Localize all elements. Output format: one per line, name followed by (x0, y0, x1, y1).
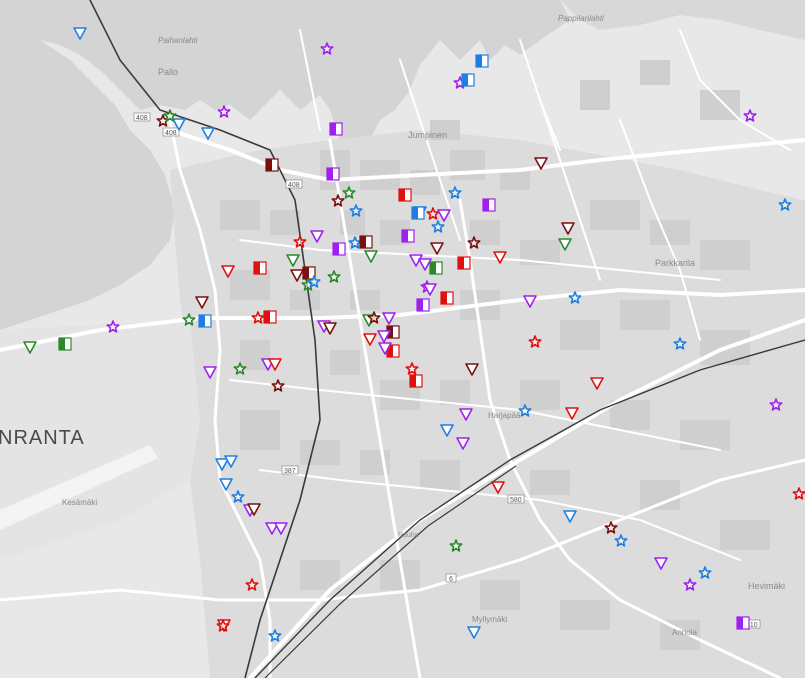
label-ranta: NRANTA (0, 427, 85, 449)
svg-text:580: 580 (510, 497, 522, 504)
label-paihanlahti: Paihanlahti (158, 36, 198, 45)
map-marker-square-red[interactable] (263, 310, 277, 324)
map-marker-square-purple[interactable] (736, 616, 750, 630)
road-shield: 408 (133, 112, 151, 122)
label-kesamaki: Kesämäki (62, 498, 97, 507)
map-marker-square-blue[interactable] (411, 206, 425, 220)
map-view[interactable]: Paihanlahti Pallo Pappilanlahti Jumpinen… (0, 0, 805, 678)
map-marker-square-red[interactable] (409, 374, 423, 388)
svg-text:6: 6 (449, 576, 453, 583)
map-marker-square-red[interactable] (398, 188, 412, 202)
svg-text:408: 408 (165, 130, 177, 137)
map-marker-square-blue[interactable] (475, 54, 489, 68)
map-marker-square-darkred[interactable] (359, 235, 373, 249)
label-annola: Annola (672, 628, 697, 637)
label-pappilanlahti: Pappilanlahti (558, 14, 604, 23)
map-marker-square-purple[interactable] (326, 167, 340, 181)
svg-text:408: 408 (288, 182, 300, 189)
map-marker-square-green[interactable] (429, 261, 443, 275)
road-shield: 408 (162, 127, 180, 137)
label-pallo: Pallo (158, 67, 178, 77)
label-myllymaki: Myllymäki (472, 615, 507, 624)
road-shield: 387 (281, 465, 299, 475)
road-shield: 408 (285, 179, 303, 189)
map-marker-square-blue[interactable] (198, 314, 212, 328)
map-marker-square-red[interactable] (440, 291, 454, 305)
map-marker-square-darkred[interactable] (265, 158, 279, 172)
label-harjapaa: Harjapää (488, 411, 521, 420)
map-marker-square-red[interactable] (253, 261, 267, 275)
map-marker-star-purple[interactable] (743, 109, 757, 122)
map-marker-square-green[interactable] (58, 337, 72, 351)
map-marker-square-purple[interactable] (416, 298, 430, 312)
label-rauha: Rauha (398, 532, 419, 539)
map-marker-square-purple[interactable] (482, 198, 496, 212)
road-shield: 6 (445, 573, 457, 583)
road-shield: 580 (507, 494, 525, 504)
map-marker-square-blue[interactable] (461, 73, 475, 87)
svg-text:387: 387 (284, 468, 296, 475)
map-marker-square-purple[interactable] (332, 242, 346, 256)
label-heroimaki: Hevimäki (748, 581, 785, 591)
map-marker-square-purple[interactable] (329, 122, 343, 136)
svg-text:408: 408 (136, 115, 148, 122)
map-marker-square-purple[interactable] (401, 229, 415, 243)
label-parkkarila: Parkkarila (655, 258, 695, 268)
basemap: Paihanlahti Pallo Pappilanlahti Jumpinen… (0, 0, 805, 678)
map-marker-triangle-blue[interactable] (201, 127, 215, 140)
label-jumpinen: Jumpinen (408, 130, 447, 140)
map-marker-square-red[interactable] (457, 256, 471, 270)
